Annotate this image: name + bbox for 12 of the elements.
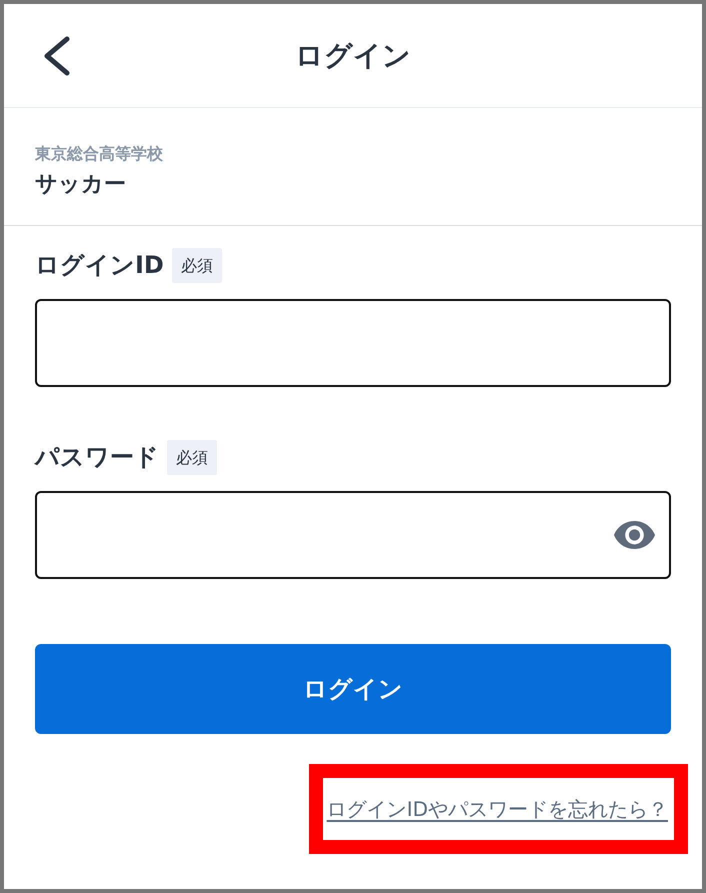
forgot-link[interactable]: ログインIDやパスワードを忘れたら？ xyxy=(326,796,668,822)
text-field[interactable] xyxy=(35,299,671,387)
required-badge: 必須 xyxy=(167,440,217,475)
eye-icon[interactable] xyxy=(614,521,655,549)
field-label: パスワード xyxy=(35,442,159,473)
school-name: 東京総合高等学校 xyxy=(35,144,164,164)
page-title: ログイン xyxy=(295,38,411,74)
field-label: ログインID xyxy=(35,250,164,281)
required-badge: 必須 xyxy=(172,248,222,283)
password-field[interactable] xyxy=(35,491,671,579)
team-name: サッカー xyxy=(35,171,127,199)
login-button[interactable]: ログイン xyxy=(35,644,671,734)
